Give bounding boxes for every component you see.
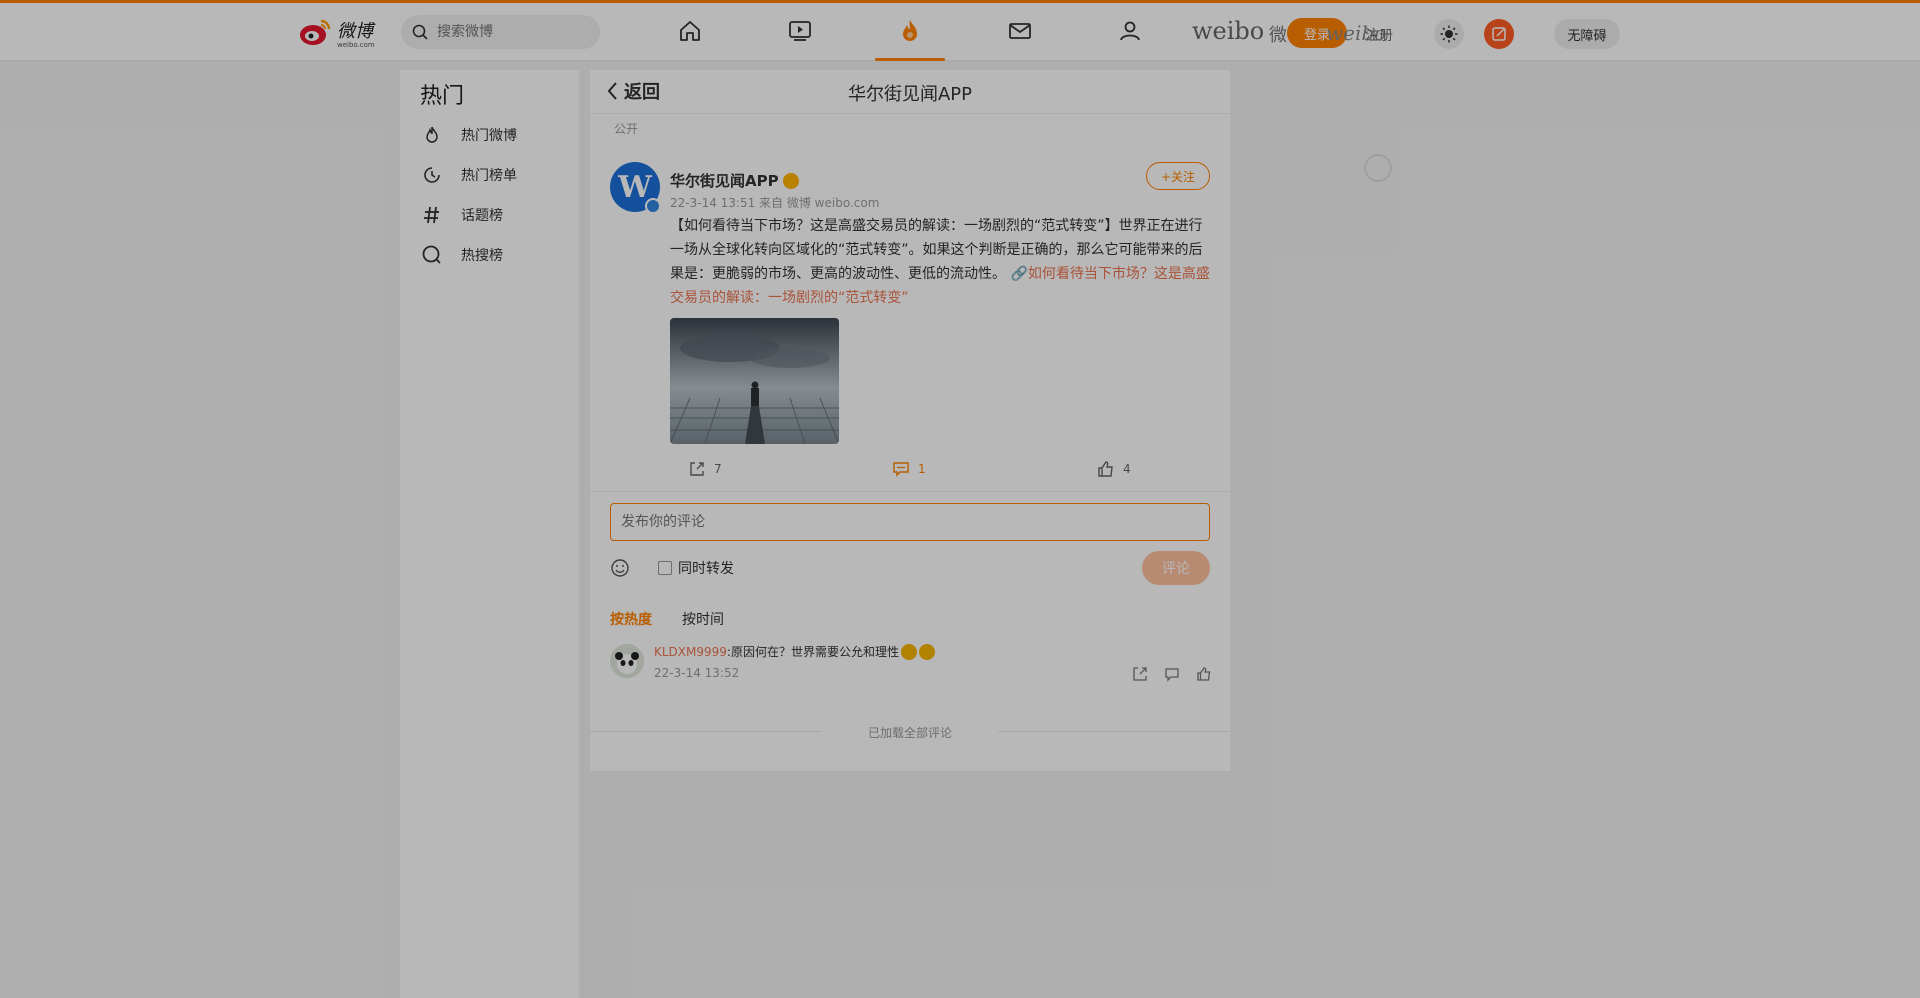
post-detail-card: 返回 华尔街见闻APP 公开 W 华尔街见闻APP 22-3-14 13:51 … [590,70,1230,771]
laugh-emoji-icon [900,643,917,660]
comment-icon [893,462,909,477]
sidebar-title: 热门 [420,84,465,109]
left-sidebar: 热门 热门微博 热门榜单 话题榜 热搜榜 [400,70,579,998]
search-input[interactable] [437,24,587,40]
member-badge-icon [782,172,799,189]
commenter-avatar[interactable] [610,644,644,678]
accessibility-button[interactable]: 无障碍 [1554,19,1620,49]
sidebar-item-hot-list[interactable]: 热门榜单 [420,160,570,190]
emoji-icon[interactable] [610,558,630,578]
mail-icon[interactable] [1006,17,1034,45]
register-link[interactable]: 注册 [1365,25,1393,45]
sort-by-time-tab[interactable]: 按时间 [682,609,724,629]
comment-reply-icon[interactable] [1164,666,1180,682]
post-image[interactable] [670,318,839,444]
comment-share-icon[interactable] [1132,666,1148,682]
brand-word: weibo [1192,17,1265,45]
repost-button[interactable]: 7 [688,460,722,478]
visibility-tag: 公开 [614,122,639,136]
comment-input[interactable] [610,503,1210,541]
repost-checkbox[interactable]: 同时转发 [658,558,734,578]
sort-by-hot-tab[interactable]: 按热度 [610,609,652,629]
nav-active-indicator [875,58,945,61]
loading-spinner-icon [1364,154,1392,182]
comment-text: :原因何在？世界需要公允和理性 [726,645,899,659]
sidebar-item-hot-search[interactable]: 热搜榜 [420,240,570,270]
theme-toggle-button[interactable] [1434,19,1464,49]
sun-icon [1440,25,1458,43]
post-body: 【如何看待当下市场？这是高盛交易员的解读：一场剧烈的“范式转变”】世界正在进行一… [670,218,1210,306]
comment-time: 22-3-14 13:52 [654,666,740,680]
commenter-name[interactable]: KLDXM9999 [654,645,727,659]
compose-button[interactable] [1484,19,1514,49]
follow-button[interactable]: +关注 [1146,162,1210,190]
thumbs-up-icon [1098,461,1113,477]
submit-comment-button[interactable]: 评论 [1142,551,1210,585]
video-icon[interactable] [786,17,814,45]
weibo-logo[interactable]: 微博 weibo.com [297,15,387,49]
author-name[interactable]: 华尔街见闻APP [670,170,799,191]
post-meta: 22-3-14 13:51 来自 微博 weibo.com [670,196,880,210]
flame-icon [420,123,444,147]
svg-text:微博: 微博 [337,21,376,42]
search-box[interactable] [401,15,600,49]
sidebar-item-hot-weibo[interactable]: 热门微博 [420,120,570,150]
detail-header: 返回 华尔街见闻APP [590,70,1230,114]
like-button[interactable]: 4 [1097,460,1131,478]
comment-item: KLDXM9999 :原因何在？世界需要公允和理性 [654,643,935,660]
edit-icon [1492,27,1506,41]
hashtag-icon [420,203,444,227]
hot-flame-icon[interactable] [896,17,924,45]
post-actions: 7 1 4 [590,452,1230,492]
clock-icon [420,163,444,187]
comment-count-button[interactable]: 1 [892,460,926,478]
share-icon [690,462,704,476]
profile-icon[interactable] [1116,17,1144,45]
comment-like-icon[interactable] [1196,666,1212,682]
search-icon [412,24,428,40]
verified-badge-icon [645,198,661,214]
comments-end-indicator: 已加载全部评论 [590,722,1230,742]
page-title: 华尔街见闻APP [847,84,973,105]
checkbox-icon [658,561,672,575]
top-header: 微博 weibo.com weibo 微博 登录 weibo 注册 无障碍 [0,0,1920,61]
link-icon: 🔗 [1010,266,1028,282]
home-icon[interactable] [676,17,704,45]
laugh-emoji-icon [918,643,935,660]
sidebar-item-topics[interactable]: 话题榜 [420,200,570,230]
svg-text:weibo.com: weibo.com [337,41,375,49]
search-ring-icon [420,243,444,267]
